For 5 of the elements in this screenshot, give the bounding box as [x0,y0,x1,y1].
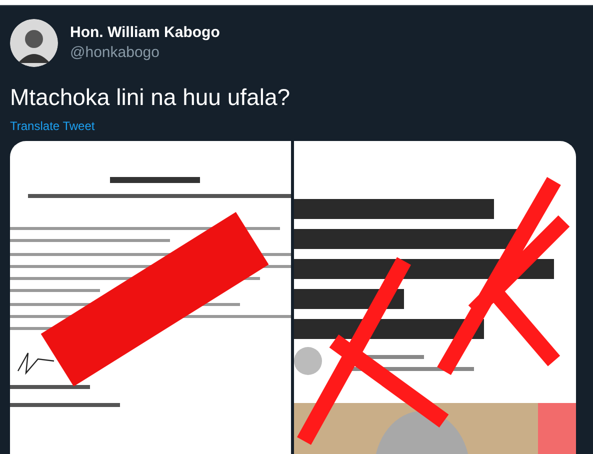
avatar[interactable] [10,19,58,67]
translate-link[interactable]: Translate Tweet [10,117,95,135]
author-handle[interactable]: @honkabogo [70,43,220,63]
author-name[interactable]: Hon. William Kabogo [70,23,220,43]
tweet-text: Mtachoka lini na huu ufala? [10,83,292,111]
